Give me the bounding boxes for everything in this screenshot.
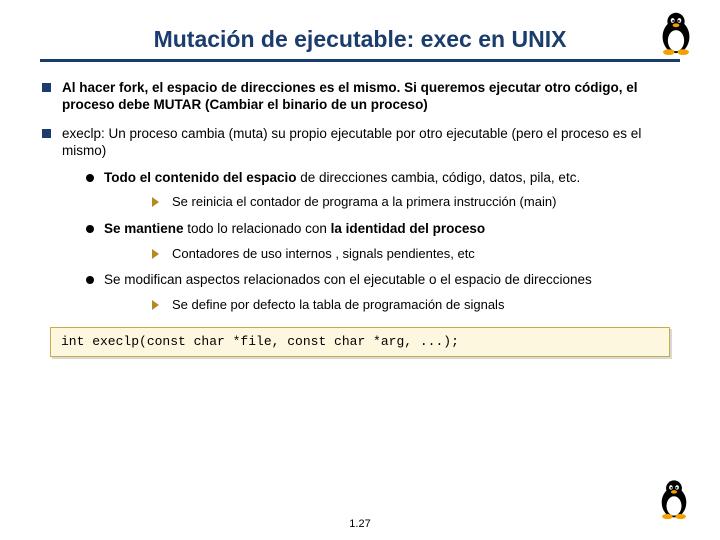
bullet-counters-signals: Contadores de uso internos , signals pen… bbox=[104, 246, 680, 262]
bullet-fork: Al hacer fork, el espacio de direcciones… bbox=[40, 80, 680, 114]
bullet-content-change: Todo el contenido del espacio de direcci… bbox=[62, 170, 680, 211]
bullet-signal-table: Se define por defecto la tabla de progra… bbox=[104, 297, 680, 313]
bullet-modified: Se modifican aspectos relacionados con e… bbox=[62, 272, 680, 313]
code-box: int execlp(const char *file, const char … bbox=[50, 327, 670, 357]
slide-title: Mutación de ejecutable: exec en UNIX bbox=[40, 20, 680, 55]
bullet-identity-kept: Se mantiene todo lo relacionado con la i… bbox=[62, 221, 680, 262]
bullet-execlp: execlp: Un proceso cambia (muta) su prop… bbox=[40, 126, 680, 313]
page-number: 1.27 bbox=[0, 518, 720, 530]
tux-icon bbox=[652, 476, 696, 520]
bullet-pc-reset: Se reinicia el contador de programa a la… bbox=[104, 194, 680, 210]
slide-content: Al hacer fork, el espacio de direcciones… bbox=[40, 80, 680, 357]
title-underline bbox=[40, 59, 680, 62]
